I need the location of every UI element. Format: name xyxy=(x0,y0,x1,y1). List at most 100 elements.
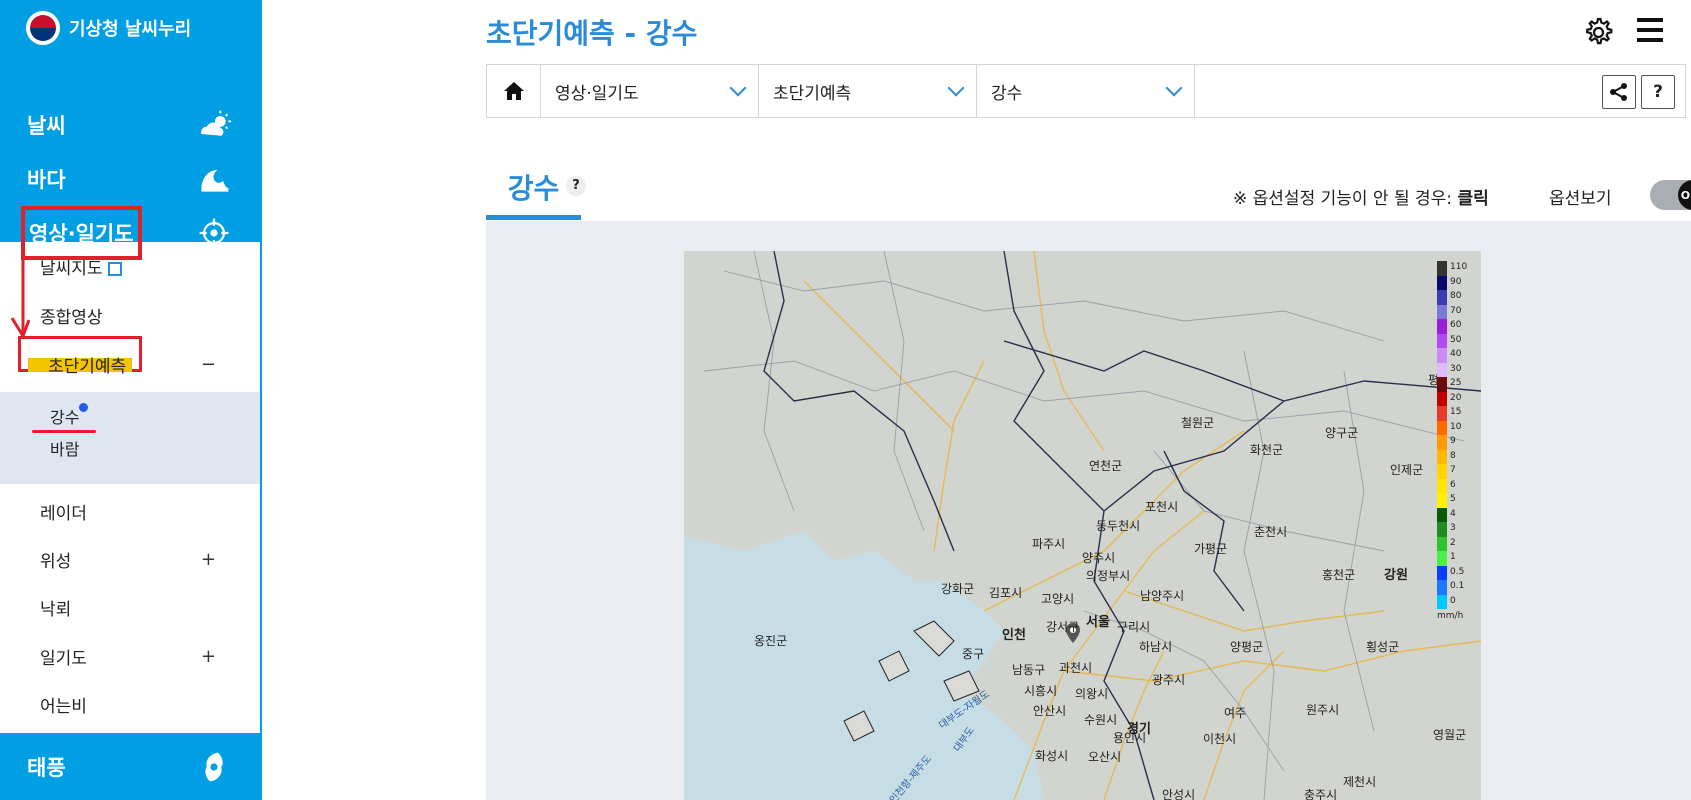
map-label: 인제군 xyxy=(1390,463,1424,477)
legend-value: 6 xyxy=(1450,479,1456,490)
sidebar-item-weather-chart[interactable]: 일기도 + xyxy=(0,632,262,680)
gear-icon[interactable] xyxy=(1582,16,1614,48)
nav-category-weather[interactable]: 날씨 xyxy=(0,98,262,152)
hamburger-menu-icon[interactable] xyxy=(1637,18,1663,42)
map-label: 강원 xyxy=(1384,568,1408,583)
sidebar-subgroup xyxy=(0,392,260,484)
legend-swatch xyxy=(1437,319,1447,334)
collapse-toggle[interactable]: − xyxy=(201,354,216,375)
legend-swatch xyxy=(1437,391,1447,406)
map-label: 파주시 xyxy=(1032,537,1066,551)
legend-row: 30 xyxy=(1437,362,1473,377)
sidebar-subitem-wind[interactable]: 바람 xyxy=(50,436,79,460)
sidebar-item-label-wrap: 초단기예측 xyxy=(40,350,134,379)
map-label: 동두천시 xyxy=(1096,519,1141,533)
page-title: 초단기예측 - 강수 xyxy=(486,17,698,50)
annotation-underline xyxy=(32,430,96,433)
sidebar-item-lightning[interactable]: 낙뢰 xyxy=(0,583,262,631)
sidebar-item-satellite[interactable]: 위성 + xyxy=(0,535,262,583)
map-label: 양주시 xyxy=(1082,551,1116,565)
map-label: 화천군 xyxy=(1250,443,1284,457)
legend-value: 15 xyxy=(1450,407,1462,417)
sidebar-item-composite-image[interactable]: 종합영상 xyxy=(0,291,262,339)
legend-row: 20 xyxy=(1437,391,1473,406)
page: 기상청 날씨누리 날씨 바다 영상·일기도 날씨지도 종합영상 초단기예측 − … xyxy=(0,0,1691,800)
wave-icon xyxy=(201,170,229,192)
breadcrumb-select-level3[interactable]: 강수 xyxy=(977,65,1195,117)
map-label: 충주시 xyxy=(1304,788,1338,800)
sidebar-item-label: 낙뢰 xyxy=(40,599,72,620)
map-label: 과천시 xyxy=(1059,661,1093,675)
category-label: 태풍 xyxy=(27,755,66,780)
chevron-down-icon xyxy=(947,79,965,97)
help-button[interactable]: ? xyxy=(1641,75,1675,109)
sidebar-subitem-precipitation[interactable]: 강수 xyxy=(50,404,79,428)
sidebar-item-weather-map[interactable]: 날씨지도 xyxy=(0,242,262,290)
map-label: 시흥시 xyxy=(1024,684,1058,698)
legend-swatch xyxy=(1437,551,1447,566)
legend-row: 8 xyxy=(1437,449,1473,464)
sidebar-item-freezing-rain[interactable]: 어는비 xyxy=(0,680,262,728)
breadcrumb-label: 강수 xyxy=(991,83,1023,104)
legend-value: 110 xyxy=(1450,262,1468,272)
map-label: 고양시 xyxy=(1041,592,1075,606)
legend-value: 1 xyxy=(1450,552,1456,562)
map-label: 용인시 xyxy=(1113,731,1147,745)
sidebar-item-label: 날씨지도 xyxy=(40,258,103,279)
sidebar-item-label: 일기도 xyxy=(40,648,87,669)
legend-swatch xyxy=(1437,406,1447,421)
site-logo[interactable]: 기상청 날씨누리 xyxy=(26,10,191,46)
precipitation-map[interactable]: 철원군 화천군 양구군 인제군 연천군 포천시 동두천시 춘천시 파주시 양주시… xyxy=(684,251,1481,800)
map-label: 의정부시 xyxy=(1086,569,1131,583)
legend-value: 2 xyxy=(1450,537,1456,548)
map-label: 영월군 xyxy=(1433,728,1467,742)
legend-value: 60 xyxy=(1450,320,1462,330)
sidebar-item-label: 종합영상 xyxy=(40,307,103,328)
notice-click-link[interactable]: 클릭 xyxy=(1457,189,1488,209)
sidebar-item-label: 위성 xyxy=(40,551,72,572)
map-label: 하남시 xyxy=(1139,640,1173,654)
legend-value: 0 xyxy=(1450,595,1456,606)
map-label: 중구 xyxy=(962,647,985,661)
breadcrumb-label: 영상·일기도 xyxy=(555,83,639,104)
toggle-knob: OFF xyxy=(1678,180,1691,210)
map-label: 춘천시 xyxy=(1254,525,1288,539)
typhoon-icon xyxy=(205,752,223,781)
breadcrumb-select-level1[interactable]: 영상·일기도 xyxy=(541,65,759,117)
option-view-toggle[interactable]: OFF xyxy=(1650,180,1691,210)
expand-toggle[interactable]: + xyxy=(201,646,216,667)
map-label: 제천시 xyxy=(1343,775,1377,789)
legend-swatch xyxy=(1437,536,1447,551)
home-button[interactable] xyxy=(487,65,541,117)
legend-swatch xyxy=(1437,478,1447,493)
tab-help-icon[interactable]: ? xyxy=(566,176,586,196)
sidebar-item-radar[interactable]: 레이더 xyxy=(0,487,262,535)
legend-swatch xyxy=(1437,580,1447,595)
map-label: 횡성군 xyxy=(1366,640,1400,654)
option-view-label: 옵션보기 xyxy=(1549,189,1612,209)
legend-row: 4 xyxy=(1437,507,1473,522)
legend-row: 5 xyxy=(1437,493,1473,508)
legend-row: 110 xyxy=(1437,261,1473,276)
sidebar-item-label: 어는비 xyxy=(40,696,87,717)
nav-category-typhoon[interactable]: 태풍 xyxy=(0,733,262,800)
legend-value: 70 xyxy=(1450,305,1462,316)
share-button[interactable] xyxy=(1602,75,1636,109)
expand-toggle[interactable]: + xyxy=(201,549,216,570)
active-indicator-dot xyxy=(79,403,88,412)
nav-category-sea[interactable]: 바다 xyxy=(0,152,262,206)
map-background xyxy=(684,251,1481,800)
sidebar-item-short-term-forecast[interactable]: 초단기예측 − xyxy=(0,336,262,388)
map-label: 강화군 xyxy=(941,582,975,596)
breadcrumb-select-level2[interactable]: 초단기예측 xyxy=(759,65,977,117)
legend-value: 25 xyxy=(1450,378,1462,388)
legend-row: 70 xyxy=(1437,304,1473,319)
legend-row: 0.5 xyxy=(1437,565,1473,580)
tab-label: 강수 xyxy=(507,171,560,205)
map-label: 광주시 xyxy=(1152,673,1186,687)
legend-value: 90 xyxy=(1450,276,1462,287)
legend-row: 15 xyxy=(1437,406,1473,421)
legend-unit: mm/h xyxy=(1437,611,1464,621)
legend-value: 50 xyxy=(1450,334,1462,345)
map-label: 강서구 xyxy=(1046,620,1080,634)
